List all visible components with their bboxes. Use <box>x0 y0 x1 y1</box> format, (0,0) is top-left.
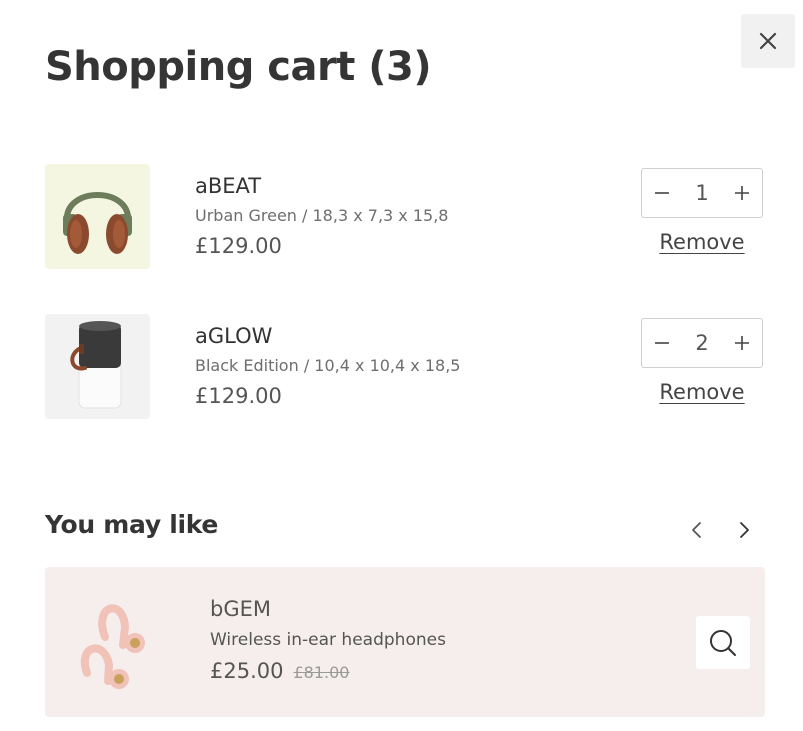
close-button[interactable] <box>741 14 795 68</box>
recommendation-thumbnail[interactable] <box>75 587 185 697</box>
quick-view-button[interactable] <box>696 616 750 669</box>
close-icon <box>759 32 777 50</box>
chevron-left-icon <box>692 522 701 538</box>
shopping-cart-drawer: Shopping cart (3) aBEAT Urban Green / 18… <box>0 0 803 731</box>
increase-quantity-button[interactable] <box>722 169 762 217</box>
plus-icon <box>735 336 749 350</box>
search-icon <box>710 629 736 656</box>
cart-title: Shopping cart (3) <box>45 44 432 90</box>
recommendation-price-row: £25.00 £81.00 <box>210 656 446 688</box>
remove-item-link[interactable]: Remove <box>641 380 763 404</box>
remove-item-link[interactable]: Remove <box>641 230 763 254</box>
recommendations-title: You may like <box>45 510 219 539</box>
item-info: aBEAT Urban Green / 18,3 x 7,3 x 15,8 £1… <box>195 171 448 261</box>
quantity-value[interactable]: 2 <box>682 331 722 355</box>
previous-recommendation-button[interactable] <box>682 515 712 545</box>
decrease-quantity-button[interactable] <box>642 169 682 217</box>
item-price: £129.00 <box>195 234 282 258</box>
recommendation-card[interactable]: bGEM Wireless in-ear headphones £25.00 £8… <box>45 567 765 717</box>
chevron-right-icon <box>740 522 749 538</box>
quantity-stepper: 1 <box>641 168 763 218</box>
recommendation-description: Wireless in-ear headphones <box>210 630 446 650</box>
decrease-quantity-button[interactable] <box>642 319 682 367</box>
plus-icon <box>735 186 749 200</box>
item-name[interactable]: aGLOW <box>195 321 460 351</box>
product-thumbnail-aglow[interactable] <box>45 314 150 419</box>
item-price: £129.00 <box>195 384 282 408</box>
quantity-value[interactable]: 1 <box>682 181 722 205</box>
recommendation-old-price: £81.00 <box>293 663 350 682</box>
increase-quantity-button[interactable] <box>722 319 762 367</box>
next-recommendation-button[interactable] <box>729 515 759 545</box>
recommendation-name[interactable]: bGEM <box>210 594 446 625</box>
item-variant: Black Edition / 10,4 x 10,4 x 18,5 <box>195 356 461 375</box>
quantity-stepper: 2 <box>641 318 763 368</box>
earbuds-image <box>81 604 145 689</box>
cart-item: aGLOW Black Edition / 10,4 x 10,4 x 18,5… <box>45 314 765 420</box>
recommendation-info: bGEM Wireless in-ear headphones £25.00 £8… <box>210 594 446 688</box>
item-variant: Urban Green / 18,3 x 7,3 x 15,8 <box>195 206 449 225</box>
speaker-lamp-image <box>70 321 122 409</box>
recommendation-price: £25.00 <box>210 659 284 683</box>
headphones-image <box>63 192 132 254</box>
cart-item: aBEAT Urban Green / 18,3 x 7,3 x 15,8 £1… <box>45 164 765 270</box>
product-thumbnail-abeat[interactable] <box>45 164 150 269</box>
item-info: aGLOW Black Edition / 10,4 x 10,4 x 18,5… <box>195 321 460 411</box>
minus-icon <box>655 192 669 194</box>
item-name[interactable]: aBEAT <box>195 171 448 201</box>
minus-icon <box>655 342 669 344</box>
